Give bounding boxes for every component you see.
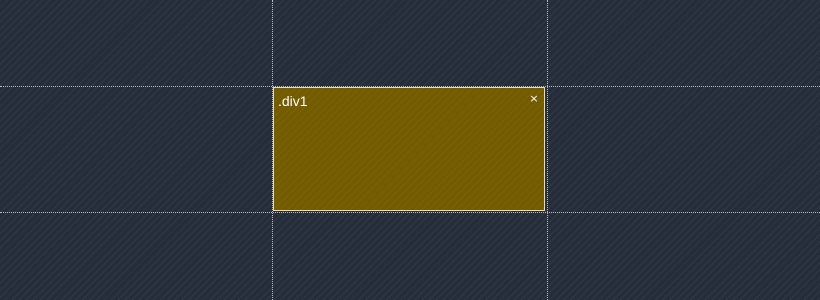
grid-area-div1[interactable]: .div1 × xyxy=(273,87,545,211)
grid-overlay-canvas: .div1 × xyxy=(0,0,820,300)
grid-area-label: .div1 xyxy=(278,93,308,109)
grid-column-line xyxy=(547,0,548,300)
close-icon[interactable]: × xyxy=(528,93,540,105)
grid-row-line xyxy=(0,212,820,213)
